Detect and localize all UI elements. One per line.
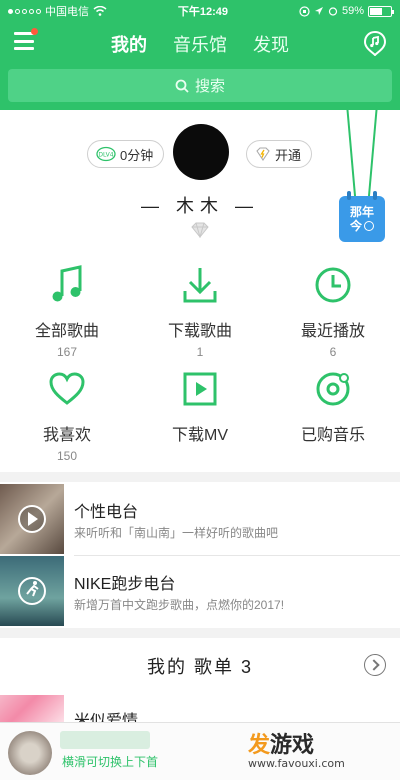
svg-text:DLV4: DLV4 [98, 152, 113, 159]
grid-label: 最近播放 [300, 323, 365, 340]
playlists-title: 我的 歌单 3 [146, 657, 253, 677]
status-time: 下午12:49 [177, 6, 229, 18]
open-vip-button[interactable]: 开通 [246, 140, 313, 168]
music-note-icon [52, 265, 82, 302]
grid-label: 全部歌曲 [34, 323, 99, 340]
grid-count: 1 [196, 345, 204, 359]
grid-label: 下载MV [171, 427, 228, 444]
nav-bar: 我的 音乐馆 发现 [0, 22, 400, 66]
radio-nike-running[interactable]: NIKE跑步电台 新增万首中文跑步歌曲，点燃你的2017! [0, 556, 400, 626]
calendar-line2: 今 [349, 219, 362, 233]
location-icon [314, 7, 323, 15]
grid-label: 已购音乐 [300, 427, 365, 444]
search-icon [175, 79, 189, 93]
grid-recent-plays[interactable]: 最近播放 6 [266, 263, 400, 359]
player-song-title [60, 731, 150, 749]
grid-label: 下载歌曲 [167, 323, 232, 340]
play-circle-icon [18, 505, 46, 533]
grid-favorites[interactable]: 我喜欢 150 [0, 367, 134, 463]
section-separator [0, 628, 400, 638]
grid-purchased-music[interactable]: 已购音乐 [266, 367, 400, 445]
wifi-icon [93, 6, 107, 16]
carrier-label: 中国电信 [45, 6, 89, 18]
search-placeholder: 搜索 [194, 78, 225, 95]
grid-count: 167 [56, 345, 78, 359]
section-separator [0, 472, 400, 482]
music-recognize-icon[interactable] [362, 30, 388, 56]
calendar-widget[interactable]: 那年 今 [339, 191, 385, 242]
download-icon [183, 268, 217, 303]
radio-title: 个性电台 [74, 504, 139, 521]
purchased-disc-icon [316, 372, 350, 406]
radio-personal-cover [0, 484, 64, 554]
radio-desc: 新增万首中文跑步歌曲，点燃你的2017! [74, 598, 285, 612]
battery-icon [367, 5, 394, 17]
library-grid: 全部歌曲 167 下载歌曲 1 最近播放 6 我喜欢 150 下载MV 已购音乐 [0, 255, 400, 465]
search-input[interactable]: 搜索 [8, 69, 392, 102]
lightning-diamond-icon [256, 147, 270, 161]
grid-count: 150 [56, 449, 78, 463]
grid-label: 我喜欢 [42, 427, 91, 444]
mini-player[interactable]: 横滑可切换上下首 发游戏 www.favouxi.com [0, 722, 400, 780]
clock-icon [364, 221, 374, 231]
battery-percent: 59% [341, 5, 364, 17]
playlist-cover [0, 695, 64, 725]
radio-desc: 来听听和「南山南」一样好听的歌曲吧 [74, 526, 279, 540]
nav-tabs: 我的 音乐馆 发现 [111, 31, 289, 57]
vip-minutes-button[interactable]: DLV4 0分钟 [87, 140, 165, 168]
rotation-lock-icon [299, 5, 310, 17]
radio-personal[interactable]: 个性电台 来听听和「南山南」一样好听的歌曲吧 [0, 484, 400, 554]
menu-icon[interactable] [14, 28, 38, 50]
vip-level-icon: DLV4 [96, 146, 116, 162]
grid-count: 6 [329, 345, 337, 359]
notification-dot [31, 28, 38, 35]
watermark-logo: 发游戏 www.favouxi.com [244, 727, 394, 775]
signal-icon [8, 8, 41, 14]
player-hint: 横滑可切换上下首 [62, 755, 159, 769]
tab-music-hall[interactable]: 音乐馆 [173, 31, 227, 57]
grid-download-mv[interactable]: 下载MV [133, 367, 267, 445]
clock-icon [315, 267, 351, 303]
play-square-icon [183, 372, 217, 406]
status-bar: 中国电信 下午12:49 59% [0, 0, 400, 22]
calendar-line1: 那年 [349, 205, 374, 219]
watermark-logo-b: 游戏 [270, 732, 315, 757]
playlist-item[interactable]: 米似爱情 [0, 695, 400, 730]
running-icon [18, 577, 46, 605]
grid-all-songs[interactable]: 全部歌曲 167 [0, 263, 134, 359]
heart-icon [49, 372, 85, 405]
radio-nike-cover [0, 556, 64, 626]
open-vip-label: 开通 [275, 147, 302, 163]
tab-mine[interactable]: 我的 [111, 31, 147, 57]
radio-title: NIKE跑步电台 [74, 576, 176, 593]
tab-discover[interactable]: 发现 [253, 31, 289, 57]
watermark-logo-a: 发 [248, 732, 271, 757]
grid-downloaded-songs[interactable]: 下载歌曲 1 [133, 263, 267, 359]
alarm-icon [328, 7, 338, 16]
top-header: 中国电信 下午12:49 59% 我的 音乐馆 发现 搜索 [0, 0, 400, 110]
watermark-url: www.favouxi.com [248, 757, 345, 770]
vip-minutes-label: 0分钟 [120, 147, 154, 163]
diamond-level-icon [191, 222, 209, 238]
player-cover[interactable] [8, 731, 52, 775]
chevron-right-icon[interactable] [364, 654, 386, 676]
my-playlists-header[interactable]: 我的 歌单 3 [0, 640, 400, 692]
avatar[interactable] [173, 124, 229, 180]
